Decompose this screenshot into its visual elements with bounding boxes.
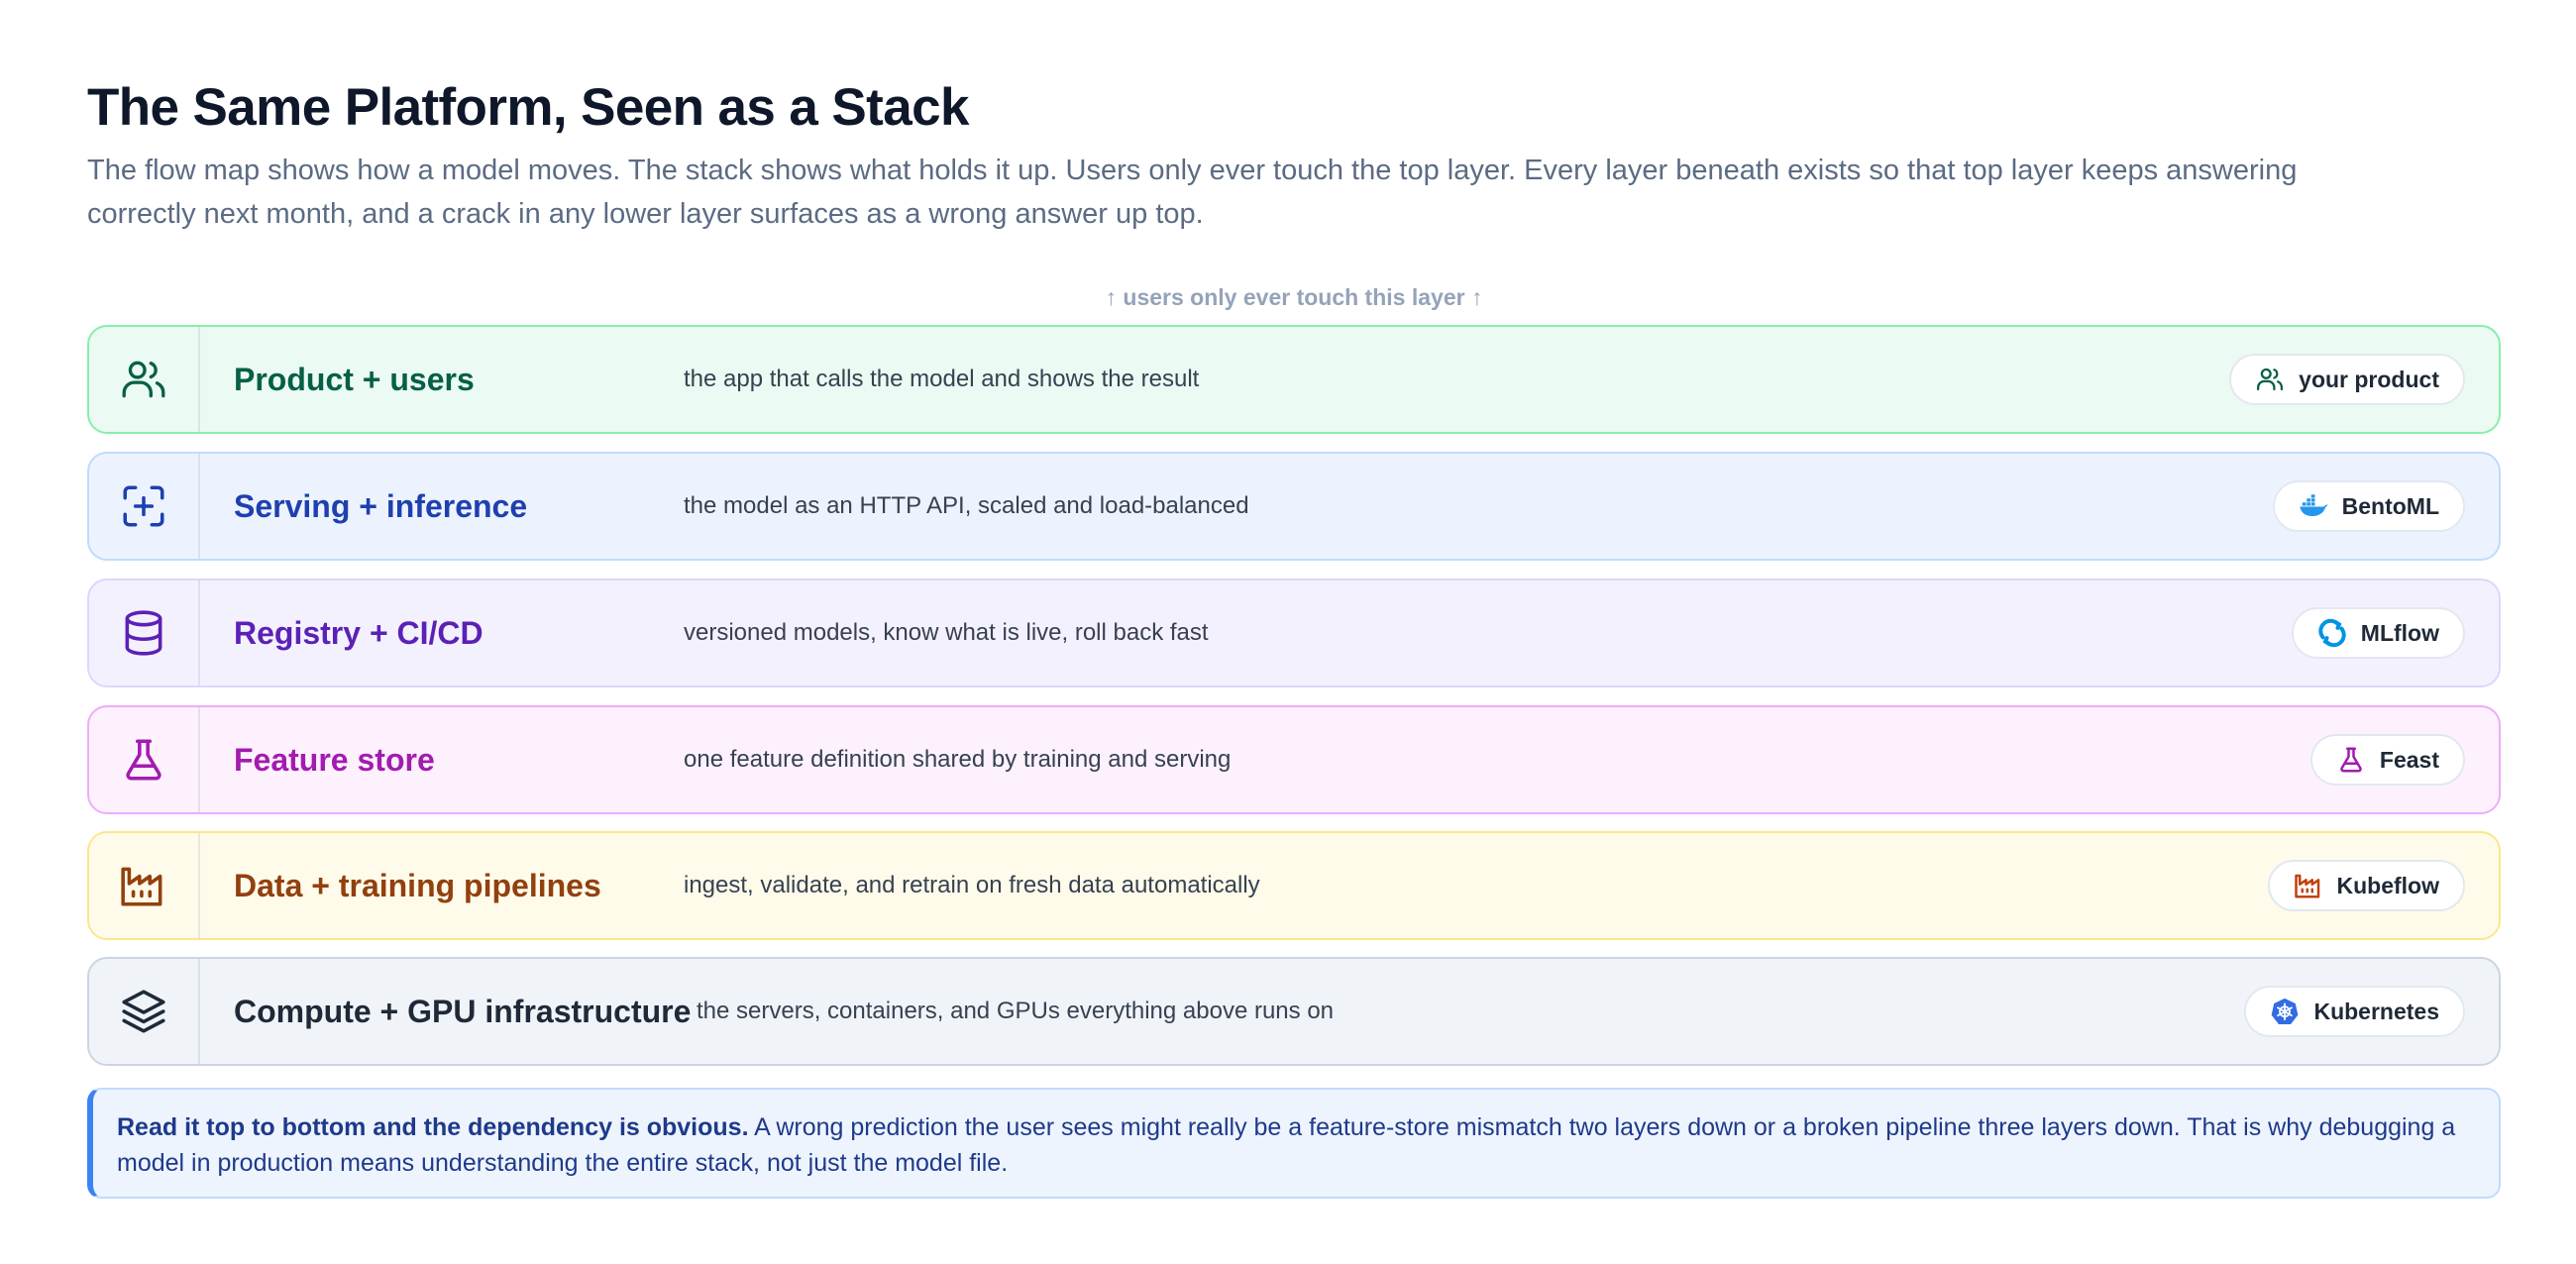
tool-chip-label: BentoML [2341, 492, 2439, 519]
layer-feature-store: Feature store one feature definition sha… [87, 705, 2501, 814]
tool-chip-feast[interactable]: Feast [2309, 734, 2465, 786]
layer-icon-cell [89, 454, 200, 559]
callout-bold-lead: Read it top to bottom and the dependency… [117, 1113, 749, 1141]
layer-icon-cell [89, 707, 200, 812]
tool-chip-label: Kubernetes [2313, 998, 2439, 1024]
flask-icon [126, 739, 161, 781]
users-icon [2257, 368, 2284, 391]
tool-chip-bentoml[interactable]: BentoML [2272, 480, 2465, 532]
layer-compute-gpu-infrastructure: Compute + GPU infrastructure the servers… [87, 957, 2501, 1066]
mlflow-icon [2318, 618, 2346, 648]
layer-name: Compute + GPU infrastructure [234, 993, 692, 1029]
layers-icon [122, 990, 165, 1033]
layer-description: the model as an HTTP API, scaled and loa… [684, 492, 1249, 519]
tool-chip-mlflow[interactable]: MLflow [2291, 607, 2465, 659]
layer-serving-inference: Serving + inference the model as an HTTP… [87, 452, 2501, 561]
layer-name: Serving + inference [234, 487, 528, 524]
layer-name: Feature store [234, 741, 435, 778]
database-icon [125, 610, 162, 656]
layer-description: one feature definition shared by trainin… [684, 746, 1232, 773]
layer-description: the app that calls the model and shows t… [684, 366, 1200, 392]
layer-name: Registry + CI/CD [234, 614, 483, 651]
tool-chip-label: MLflow [2360, 619, 2439, 646]
layer-product-users: Product + users the app that calls the m… [87, 325, 2501, 434]
tool-chip-label: Feast [2379, 746, 2439, 773]
layer-registry-cicd: Registry + CI/CD versioned models, know … [87, 579, 2501, 687]
layer-data-training-pipelines: Data + training pipelines ingest, valida… [87, 831, 2501, 940]
docker-whale-icon [2299, 494, 2327, 516]
dependency-callout: Read it top to bottom and the dependency… [87, 1088, 2501, 1199]
focus-plus-icon [123, 485, 164, 527]
kubernetes-icon [2272, 998, 2299, 1024]
layer-icon-cell [89, 959, 200, 1064]
top-layer-note: ↑ users only ever touch this layer ↑ [1105, 284, 1483, 310]
layer-description: versioned models, know what is live, rol… [684, 619, 1209, 646]
layer-name: Product + users [234, 361, 475, 397]
flask-icon [2340, 747, 2362, 773]
layer-description: ingest, validate, and retrain on fresh d… [684, 872, 1260, 898]
users-icon [122, 361, 165, 398]
layer-description: the servers, containers, and GPUs everyt… [697, 998, 1335, 1024]
layer-icon-cell [89, 833, 200, 938]
layer-icon-cell [89, 580, 200, 685]
layer-icon-cell [89, 327, 200, 432]
tool-chip-label: your product [2299, 366, 2439, 392]
tool-chip-label: Kubeflow [2336, 872, 2440, 898]
tool-chip-your-product[interactable]: your product [2229, 354, 2465, 405]
page-subtitle: The flow map shows how a model moves. Th… [87, 155, 2298, 230]
page-title: The Same Platform, Seen as a Stack [87, 78, 969, 137]
tool-chip-kubernetes[interactable]: Kubernetes [2244, 986, 2465, 1037]
factory-icon [2294, 874, 2319, 898]
factory-icon [121, 867, 162, 906]
tool-chip-kubeflow[interactable]: Kubeflow [2267, 860, 2465, 911]
layer-name: Data + training pipelines [234, 867, 601, 903]
